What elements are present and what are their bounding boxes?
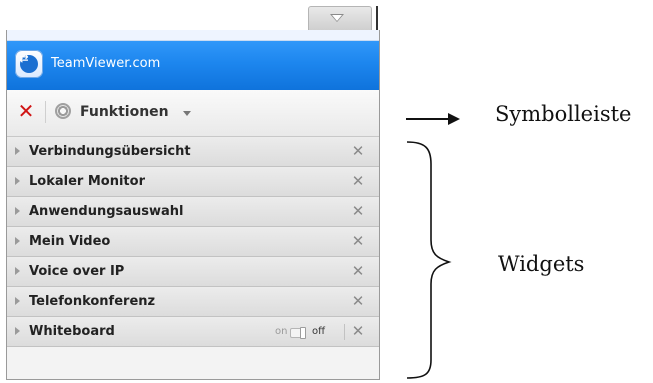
teamviewer-logo-icon: ⇄ [15,50,43,78]
toggle-on-label[interactable]: on [275,326,287,337]
caret-down-icon[interactable] [183,111,191,116]
close-icon[interactable]: ✕ [351,143,365,159]
triangle-right-icon[interactable] [15,207,20,215]
toolbar-divider [45,101,46,123]
toggle-switch[interactable] [290,327,306,339]
annotation-arrow [406,118,450,120]
annotation-toolbar-label: Symbolleiste [495,102,632,126]
collapse-toggle-button[interactable] [308,6,372,30]
gear-icon[interactable] [55,103,71,119]
close-icon[interactable]: ✕ [351,233,365,249]
triangle-right-icon[interactable] [15,327,20,335]
triangle-right-icon[interactable] [15,147,20,155]
toggle-off-label[interactable]: off [312,326,325,337]
panel-header: ⇄ TeamViewer.com [7,30,379,90]
triangle-right-icon[interactable] [15,267,20,275]
widget-label[interactable]: Mein Video [29,234,110,249]
teamviewer-panel: ⇄ TeamViewer.com ✕ Funktionen Verbindung… [6,30,380,380]
annotation-widgets-label: Widgets [498,252,585,276]
functions-menu-button[interactable]: Funktionen [80,104,169,120]
close-icon[interactable]: ✕ [351,173,365,189]
widget-label[interactable]: Telefonkonferenz [29,294,155,309]
widget-label[interactable]: Voice over IP [29,264,124,279]
curly-brace-icon [406,141,452,379]
triangle-right-icon[interactable] [15,177,20,185]
arrow-right-icon [448,113,460,125]
close-icon[interactable]: ✕ [351,323,365,339]
chevron-down-icon [330,14,344,22]
widget-row[interactable]: Verbindungsübersicht ✕ [7,137,379,167]
toolbar: ✕ Funktionen [7,90,379,137]
close-icon[interactable]: ✕ [17,101,35,121]
collapse-tab-edge [376,6,378,30]
widget-label[interactable]: Whiteboard [29,324,115,339]
widget-label[interactable]: Anwendungsauswahl [29,204,184,219]
app-title: TeamViewer.com [51,56,161,71]
close-icon[interactable]: ✕ [351,263,365,279]
widget-row[interactable]: Telefonkonferenz ✕ [7,287,379,317]
toggle-divider [344,324,345,340]
widget-row[interactable]: Anwendungsauswahl ✕ [7,197,379,227]
widget-label[interactable]: Verbindungsübersicht [29,144,191,159]
widget-row[interactable]: Whiteboard on off ✕ [7,317,379,347]
widget-row[interactable]: Mein Video ✕ [7,227,379,257]
close-icon[interactable]: ✕ [351,203,365,219]
triangle-right-icon[interactable] [15,237,20,245]
close-icon[interactable]: ✕ [351,293,365,309]
widget-label[interactable]: Lokaler Monitor [29,174,145,189]
triangle-right-icon[interactable] [15,297,20,305]
widget-row[interactable]: Lokaler Monitor ✕ [7,167,379,197]
widget-row[interactable]: Voice over IP ✕ [7,257,379,287]
